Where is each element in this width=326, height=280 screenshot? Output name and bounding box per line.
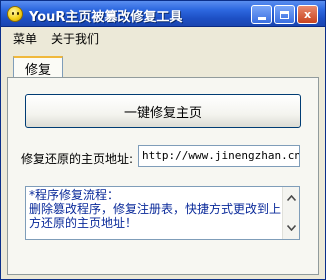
menu-item-about-us[interactable]: 关于我们 [49,30,101,47]
close-icon: x [303,8,312,21]
close-button[interactable]: x [297,5,318,24]
tab-repair[interactable]: 修复 [13,56,63,78]
tab-repair-label: 修复 [24,62,51,78]
app-window: YouR主页被篡改修复工具 x 菜单 关于我们 修复 一键修复主页 修复还原的主… [0,0,326,280]
info-text: *程序修复流程： 删除篡改程序，修复注册表，快捷方式更改到上 方还原的主页地址！ [29,188,282,230]
maximize-icon [280,10,289,19]
menu-item-menu[interactable]: 菜单 [11,30,39,47]
one-click-repair-label: 一键修复主页 [123,105,202,121]
one-click-repair-button[interactable]: 一键修复主页 [25,94,301,128]
scroll-down-arrow-icon[interactable] [286,221,297,235]
menu-bar: 菜单 关于我们 [1,28,325,47]
scroll-up-arrow-icon[interactable] [286,191,297,205]
info-textbox[interactable]: *程序修复流程： 删除篡改程序，修复注册表，快捷方式更改到上 方还原的主页地址！ [25,186,300,240]
minimize-icon [257,16,266,20]
minimize-button[interactable] [251,5,272,24]
vertical-scrollbar[interactable] [282,187,299,239]
homepage-url-input[interactable]: http://www.jinengzhan.cn [138,145,300,167]
maximize-button[interactable] [274,5,295,24]
title-bar[interactable]: YouR主页被篡改修复工具 x [1,1,325,27]
window-title: YouR主页被篡改修复工具 [29,10,183,25]
homepage-url-label: 修复还原的主页地址: [21,152,134,166]
smiley-icon [7,6,23,22]
